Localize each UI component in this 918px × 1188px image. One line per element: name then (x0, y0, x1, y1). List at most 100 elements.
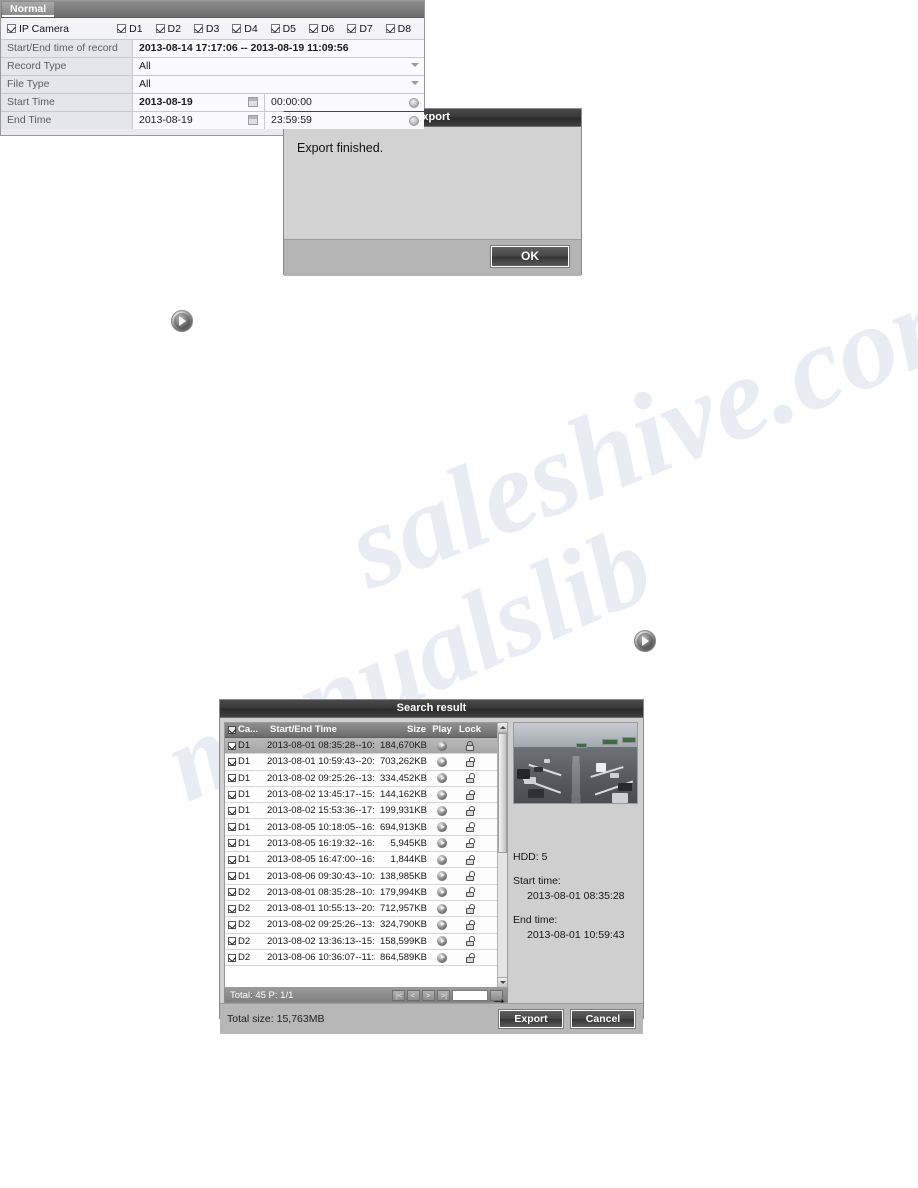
row-checkbox-icon[interactable] (228, 823, 236, 832)
row-checkbox-icon[interactable] (228, 757, 236, 766)
scrollbar-thumb[interactable] (498, 733, 507, 853)
row-play-button[interactable] (429, 756, 455, 767)
file-type-select[interactable]: All (133, 76, 424, 93)
table-row[interactable]: D1 2013-08-01 10:59:43--20:12:35 703,262KB (225, 754, 507, 771)
tab-normal[interactable]: Normal (2, 2, 55, 17)
checkbox-ip-camera-all[interactable]: IP Camera (7, 23, 117, 35)
column-header-size[interactable]: Size (375, 723, 429, 737)
row-checkbox-icon[interactable] (228, 839, 236, 848)
row-channel-cell[interactable]: D1 (225, 803, 267, 818)
checkbox-channel-d6[interactable]: D6 (308, 23, 347, 35)
table-row[interactable]: D1 2013-08-02 13:45:17--15:37:16 144,162KB (225, 786, 507, 804)
row-checkbox-icon[interactable] (228, 855, 236, 864)
table-row[interactable]: D2 2013-08-01 10:55:13--20:12:34 712,957KB (225, 900, 507, 918)
clock-icon[interactable] (409, 115, 419, 126)
go-to-page-button[interactable]: → (490, 989, 507, 1008)
row-lock-button[interactable] (455, 805, 485, 816)
row-checkbox-icon[interactable] (228, 790, 236, 799)
checkbox-channel-d3[interactable]: D3 (193, 23, 232, 35)
row-play-button[interactable] (429, 887, 455, 898)
table-row[interactable]: D1 2013-08-05 16:19:32--16:23:12 5,945KB (225, 835, 507, 853)
last-page-button[interactable]: >| (437, 989, 450, 1001)
table-scrollbar[interactable] (497, 723, 507, 987)
row-play-button[interactable] (429, 952, 455, 963)
row-channel-cell[interactable]: D1 (225, 787, 267, 802)
row-channel-cell[interactable]: D1 (225, 738, 267, 753)
checkbox-channel-d2[interactable]: D2 (155, 23, 194, 35)
table-row[interactable]: D2 2013-08-02 09:25:26--13:36:13 324,790KB (225, 917, 507, 934)
row-play-button[interactable] (429, 838, 455, 849)
row-lock-button[interactable] (455, 822, 485, 833)
row-lock-button[interactable] (455, 887, 485, 898)
row-checkbox-icon[interactable] (228, 920, 236, 929)
row-play-button[interactable] (429, 871, 455, 882)
row-lock-button[interactable] (455, 854, 485, 865)
row-play-button[interactable] (429, 773, 455, 784)
end-time-input[interactable]: 23:59:59 (264, 112, 424, 129)
row-checkbox-icon[interactable] (228, 953, 236, 962)
row-lock-button[interactable] (455, 936, 485, 947)
first-page-button[interactable]: |< (392, 989, 405, 1001)
row-checkbox-icon[interactable] (228, 904, 236, 913)
row-lock-button[interactable] (455, 903, 485, 914)
next-page-button[interactable]: > (422, 989, 435, 1001)
scroll-down-button[interactable] (498, 977, 507, 987)
ok-button[interactable]: OK (490, 245, 570, 268)
row-lock-button[interactable] (455, 919, 485, 930)
checkbox-channel-d1[interactable]: D1 (117, 23, 155, 35)
video-preview-thumbnail[interactable] (513, 722, 638, 804)
row-channel-cell[interactable]: D1 (225, 852, 267, 867)
select-all-checkbox-icon[interactable] (228, 726, 236, 734)
column-header-play[interactable]: Play (429, 723, 455, 737)
export-button[interactable]: Export (498, 1009, 564, 1029)
row-lock-button[interactable] (455, 740, 485, 751)
checkbox-channel-d4[interactable]: D4 (232, 23, 270, 35)
row-channel-cell[interactable]: D2 (225, 917, 267, 932)
page-number-input[interactable] (452, 989, 488, 1001)
row-checkbox-icon[interactable] (228, 774, 236, 783)
row-lock-button[interactable] (455, 952, 485, 963)
checkbox-channel-d8[interactable]: D8 (385, 23, 424, 35)
row-channel-cell[interactable]: D1 (225, 754, 267, 769)
row-play-button[interactable] (429, 919, 455, 930)
clock-icon[interactable] (409, 97, 419, 108)
column-header-channel[interactable]: Ca... (225, 723, 267, 737)
table-row[interactable]: D1 2013-08-05 10:18:05--16:19:32 694,913KB (225, 819, 507, 836)
row-play-button[interactable] (429, 789, 455, 800)
checkbox-channel-d5[interactable]: D5 (270, 23, 309, 35)
table-row[interactable]: D1 2013-08-06 09:30:43--10:32:49 138,985KB (225, 868, 507, 885)
column-header-time[interactable]: Start/End Time (267, 723, 375, 737)
row-play-button[interactable] (429, 854, 455, 865)
start-date-input[interactable]: 2013-08-19 (133, 94, 264, 111)
cancel-button[interactable]: Cancel (570, 1009, 636, 1029)
column-header-lock[interactable]: Lock (455, 723, 485, 737)
row-checkbox-icon[interactable] (228, 872, 236, 881)
row-play-button[interactable] (429, 936, 455, 947)
row-channel-cell[interactable]: D1 (225, 771, 267, 786)
row-play-button[interactable] (429, 903, 455, 914)
row-channel-cell[interactable]: D2 (225, 950, 267, 965)
checkbox-channel-d7[interactable]: D7 (347, 23, 385, 35)
row-lock-button[interactable] (455, 789, 485, 800)
row-lock-button[interactable] (455, 871, 485, 882)
row-lock-button[interactable] (455, 838, 485, 849)
table-row[interactable]: D1 2013-08-01 08:35:28--10:59:43 184,670KB (225, 738, 507, 755)
row-channel-cell[interactable]: D2 (225, 885, 267, 900)
table-row[interactable]: D1 2013-08-05 16:47:00--16:48:10 1,844KB (225, 852, 507, 869)
row-channel-cell[interactable]: D1 (225, 869, 267, 884)
table-row[interactable]: D2 2013-08-01 08:35:28--10:55:13 179,994KB (225, 884, 507, 901)
row-play-button[interactable] (429, 740, 455, 751)
calendar-icon[interactable] (248, 115, 258, 125)
row-checkbox-icon[interactable] (228, 937, 236, 946)
table-row[interactable]: D2 2013-08-06 10:36:07--11:34:57 864,589KB (225, 949, 507, 967)
row-lock-button[interactable] (455, 756, 485, 767)
start-time-input[interactable]: 00:00:00 (264, 94, 424, 111)
calendar-icon[interactable] (248, 97, 258, 107)
row-channel-cell[interactable]: D2 (225, 901, 267, 916)
table-row[interactable]: D2 2013-08-02 13:36:13--15:38:40 158,599KB (225, 933, 507, 950)
row-channel-cell[interactable]: D1 (225, 820, 267, 835)
record-type-select[interactable]: All (133, 58, 424, 75)
row-channel-cell[interactable]: D1 (225, 836, 267, 851)
scroll-up-button[interactable] (498, 723, 507, 733)
table-row[interactable]: D1 2013-08-02 09:25:26--13:45:17 334,452KB (225, 770, 507, 787)
